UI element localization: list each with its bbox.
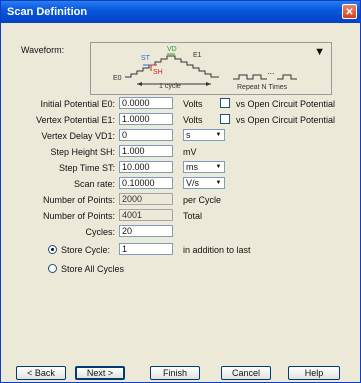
cycles-label: Cycles: [85,227,115,237]
step-time-label: Step Time ST: [58,163,115,173]
chevron-down-icon: ▼ [213,178,224,188]
waveform-label: Waveform: [21,45,65,55]
points-per-cycle-label: Number of Points: [42,195,115,205]
title-bar: Scan Definition ✕ [1,1,360,23]
cycles-input[interactable]: 20 [119,225,173,237]
initial-potential-input[interactable]: 0.0000 [119,97,173,109]
store-all-cycles-radio[interactable] [48,264,57,273]
store-cycle-suffix: in addition to last [183,245,251,255]
vertex-potential-unit: Volts [183,115,203,125]
points-per-cycle-suffix: per Cycle [183,195,222,205]
step-time-input[interactable]: 10.000 [119,161,173,173]
store-cycle-input[interactable]: 1 [119,243,173,255]
vertex-potential-label: Vertex Potential E1: [35,115,115,125]
initial-potential-ocp-checkbox[interactable] [220,98,230,108]
vertex-delay-unit-value: s [186,130,191,140]
diagram-cycle-label: 1 cycle [159,83,181,90]
cancel-button[interactable]: Cancel [221,366,271,380]
close-button[interactable]: ✕ [342,4,357,19]
diagram-vd-label: VD [167,46,177,53]
window-title: Scan Definition [7,6,88,18]
back-button[interactable]: < Back [16,366,66,380]
initial-potential-unit: Volts [183,99,203,109]
scan-definition-dialog: Scan Definition ✕ Waveform: ▼ ST VD E1 E… [0,0,361,383]
repeat-waveform-end [277,74,297,80]
diagram-e0-label: E0 [113,75,122,82]
step-height-input[interactable]: 1.000 [119,145,173,157]
vertex-potential-ocp-checkbox[interactable] [220,114,230,124]
points-total-label: Number of Points: [42,211,115,221]
store-all-cycles-label: Store All Cycles [61,264,125,274]
cycle-arrow-right [206,82,211,86]
points-total-suffix: Total [183,211,203,221]
store-cycle-radio[interactable] [48,245,57,254]
diagram-sh-label: SH [153,69,163,76]
points-per-cycle-value: 2000 [119,193,173,205]
vertex-potential-ocp-label: vs Open Circuit Potential [236,115,336,125]
chevron-down-icon: ▼ [213,162,224,172]
repeat-waveform [233,74,267,80]
scan-rate-unit-value: V/s [186,178,200,188]
scan-rate-input[interactable]: 0.10000 [119,177,173,189]
scan-rate-label: Scan rate: [73,179,115,189]
waveform-diagram: ST VD E1 E0 SH 1 cycle ... Repeat N Time… [113,46,297,91]
next-button[interactable]: Next > [75,366,125,380]
diagram-repeat-label: Repeat N Times [237,84,288,91]
initial-potential-ocp-label: vs Open Circuit Potential [236,99,336,109]
vertex-delay-label: Vertex Delay VD1: [41,131,115,141]
vertex-potential-input[interactable]: 1.0000 [119,113,173,125]
vertex-delay-unit-select[interactable]: s ▼ [183,129,225,141]
step-height-unit: mV [183,147,197,157]
cycle-arrow-left [137,82,142,86]
finish-button[interactable]: Finish [150,366,200,380]
step-time-unit-select[interactable]: ms ▼ [183,161,225,173]
staircase-waveform [125,55,219,78]
vertex-delay-input[interactable]: 0 [119,129,173,141]
step-height-label: Step Height SH: [50,147,115,157]
diagram-st-label: ST [141,55,151,62]
step-time-unit-value: ms [186,162,198,172]
initial-potential-label: Initial Potential E0: [40,99,115,109]
scan-rate-unit-select[interactable]: V/s ▼ [183,177,225,189]
help-button[interactable]: Help [288,366,340,380]
points-total-value: 4001 [119,209,173,221]
store-cycle-label: Store Cycle: [61,245,111,255]
waveform-dropdown[interactable]: ▼ ST VD E1 E0 SH 1 cycle ... Repeat N Ti… [90,42,332,95]
diagram-ellipsis: ... [267,66,275,76]
diagram-e1-label: E1 [193,52,202,59]
chevron-down-icon: ▼ [213,130,224,140]
